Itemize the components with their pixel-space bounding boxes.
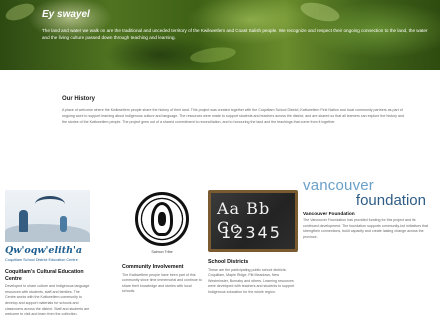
coquitlam-logo-image[interactable] [5,190,90,242]
leaf-decoration [298,0,342,25]
image-caption: Salmon Tribe [151,250,173,254]
column-text: These are the participating public schoo… [208,267,295,294]
column-text: The Kwikwetlem people have been part of … [122,272,202,294]
column-school-districts: Aa Bb Cc 12345 School Districts These ar… [208,190,300,296]
chalk-numbers: 12345 [221,223,282,242]
figure-icon [60,216,67,232]
logo-line-2: foundation [355,192,426,209]
column-cultural-centre: Qw'oqw'elith'a Coquitlam School District… [5,190,90,318]
logo-name: Qw'oqw'elith'a [5,245,83,256]
column-heading[interactable]: Vancouver Foundation [303,212,431,217]
logo-subtitle: Coquitlam School District Education Cent… [5,258,78,262]
hero-text: The land and water we walk on are the tr… [42,28,428,40]
vancouver-foundation-logo[interactable]: vancouver foundation [303,178,431,208]
history-text: A place of welcome where the Kwikwetlem … [62,108,404,125]
leaf-decoration [189,44,237,66]
chalkboard-image[interactable]: Aa Bb Cc 12345 [208,190,298,252]
figure-icon [19,210,28,232]
logo-line-1: vancouver [303,177,375,194]
history-title: Our History [62,96,96,102]
hero-title: Ey swayel [42,9,90,20]
hero-banner: Ey swayel The land and water we walk on … [0,0,440,70]
column-heading[interactable]: Coquitlam's Cultural Education Centre [5,269,90,282]
column-community: Salmon Tribe Community Involvement The K… [122,190,202,295]
eagle-icon [35,196,65,212]
column-text: Developed to share culture and Indigenou… [5,284,90,317]
column-heading[interactable]: School Districts [208,259,300,266]
leaf-decoration [3,0,37,24]
column-text: The Vancouver Foundation has provided fu… [303,218,428,239]
salmon-logo-image[interactable]: Salmon Tribe [129,190,195,270]
column-vancouver-foundation: vancouver foundation Vancouver Foundatio… [303,178,431,240]
